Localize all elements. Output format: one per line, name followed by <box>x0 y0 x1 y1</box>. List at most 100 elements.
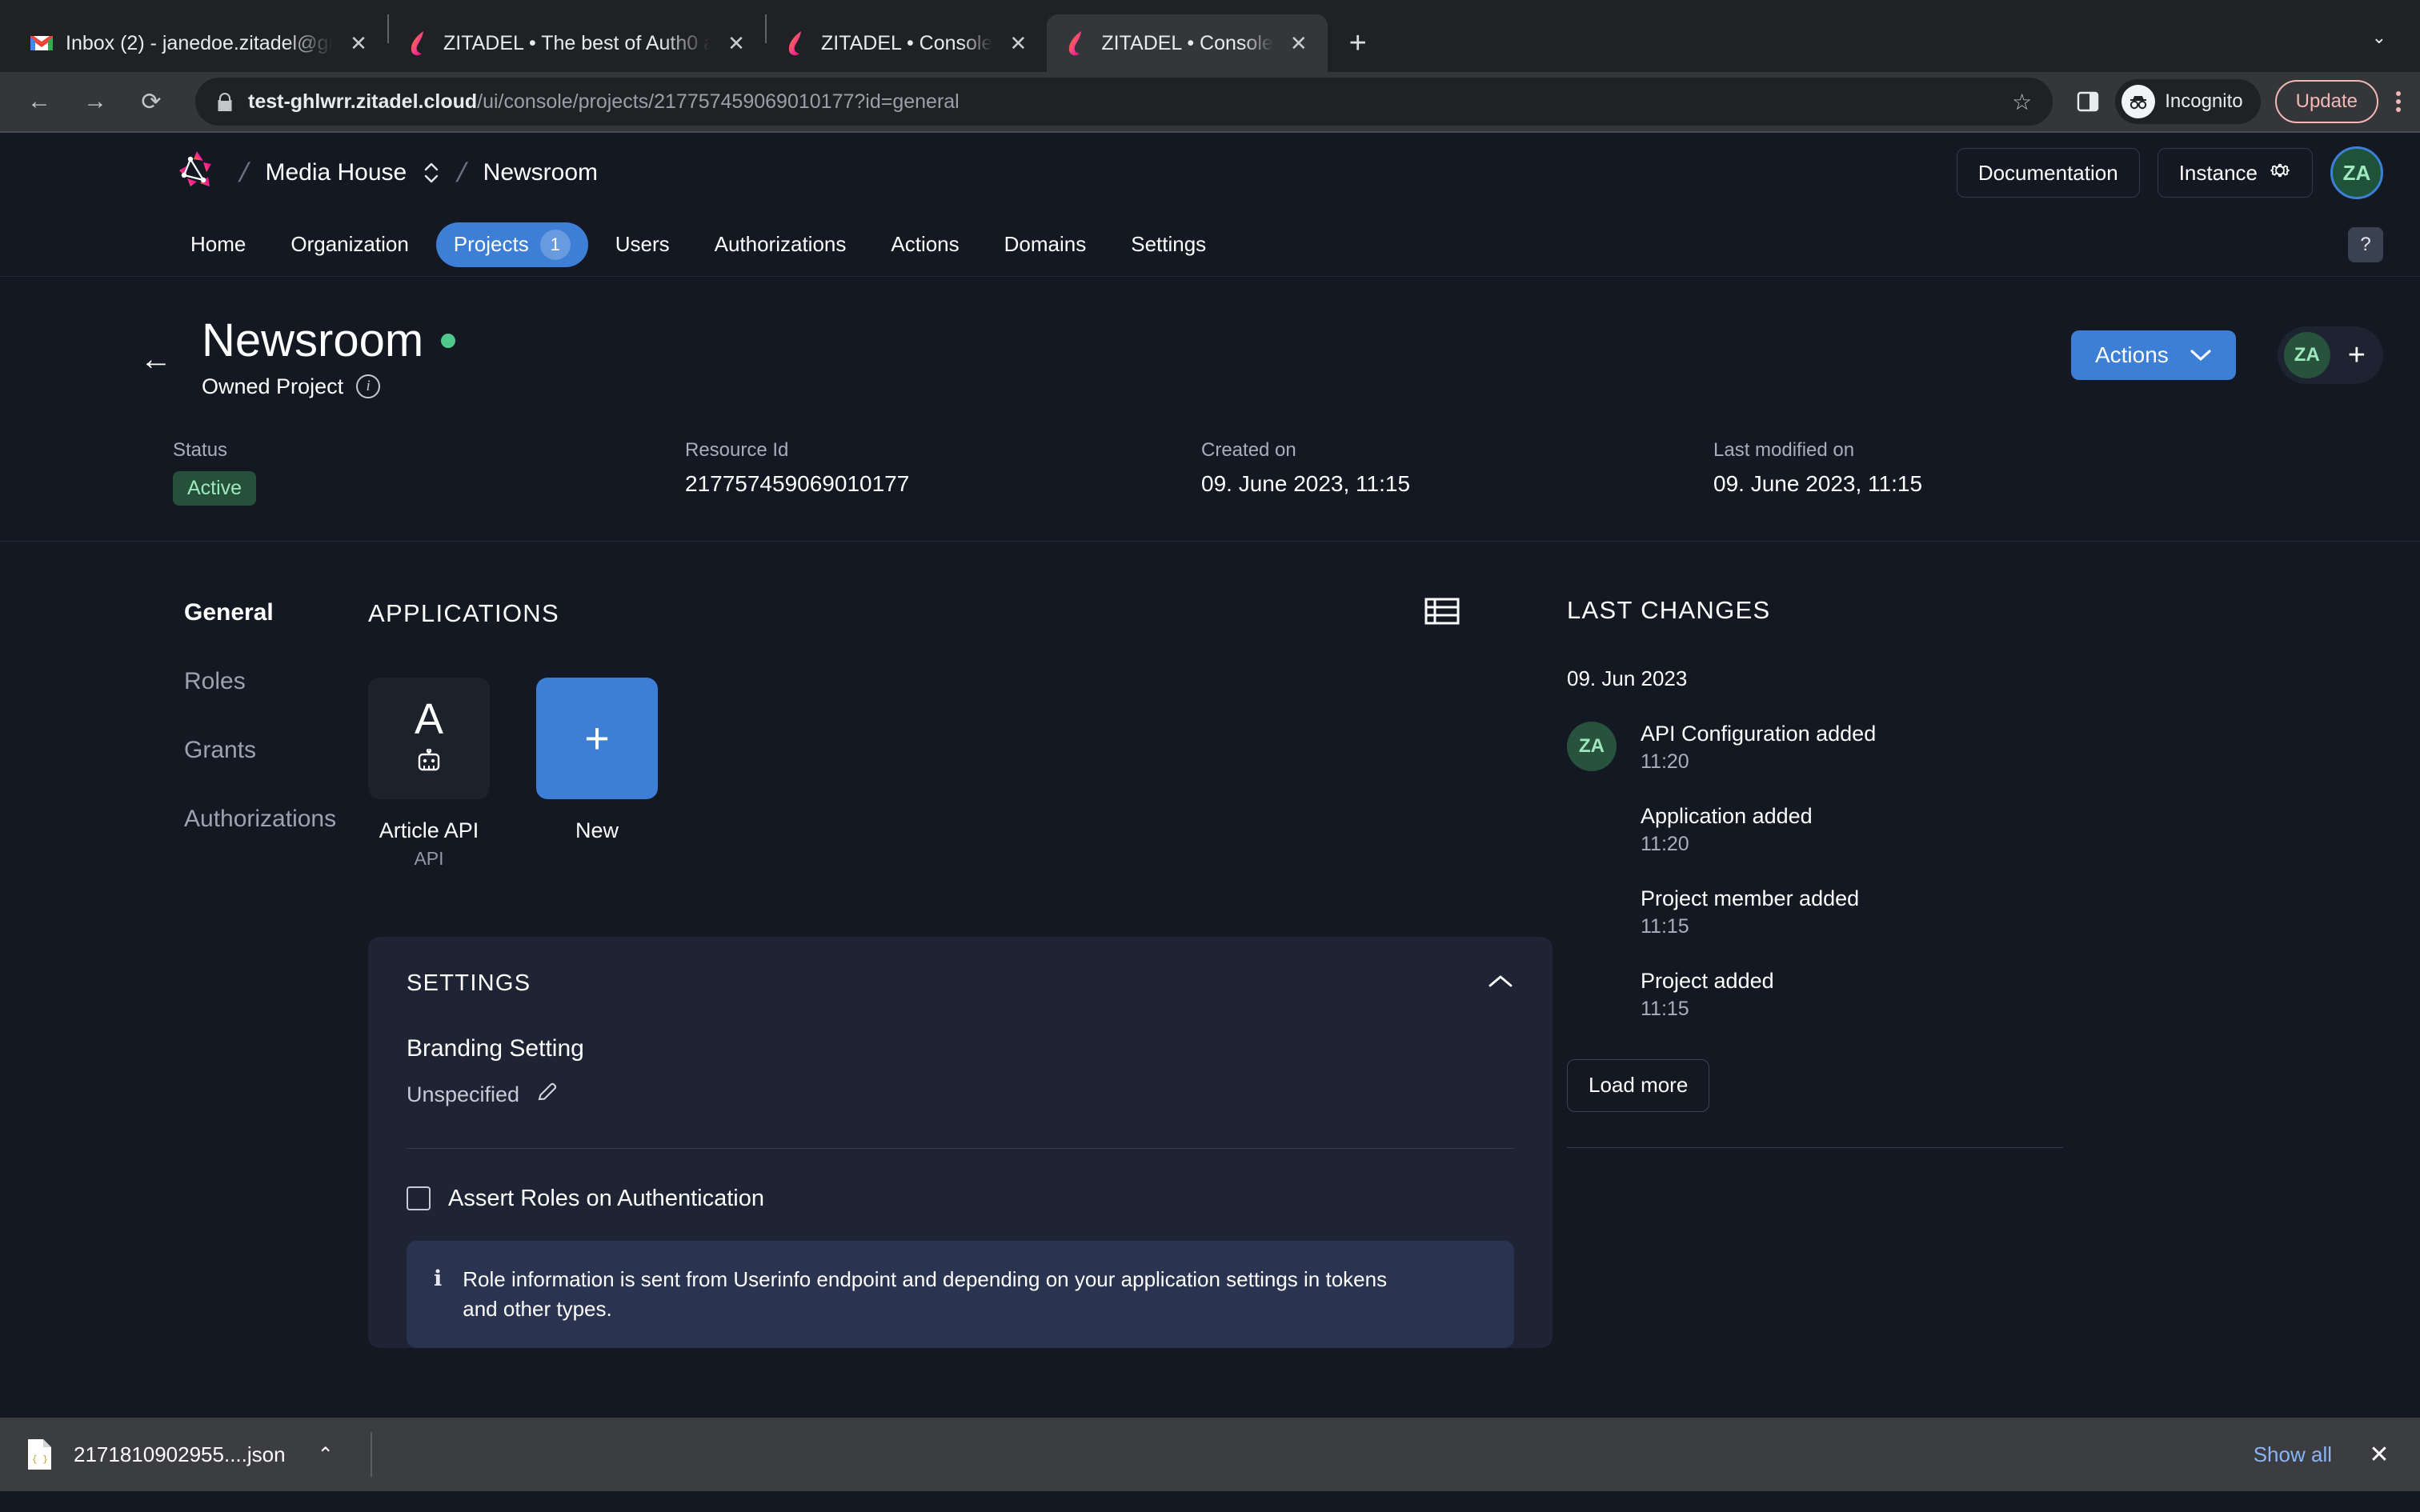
close-icon[interactable]: ✕ <box>722 29 751 58</box>
download-item[interactable]: { } 2171810902955....json ⌃ <box>26 1438 334 1471</box>
zitadel-icon <box>407 30 432 56</box>
zitadel-icon <box>784 30 810 56</box>
load-more-button[interactable]: Load more <box>1567 1058 1710 1112</box>
user-avatar[interactable]: ZA <box>2330 146 2383 199</box>
status-badge: Active <box>173 470 257 506</box>
nav-item-authorizations[interactable]: Authorizations <box>697 222 864 267</box>
instance-label: Instance <box>2178 160 2258 185</box>
help-button[interactable]: ? <box>2348 226 2383 262</box>
incognito-label: Incognito <box>2165 90 2243 112</box>
close-icon[interactable]: ✕ <box>344 29 373 58</box>
close-icon[interactable]: ✕ <box>1004 29 1032 58</box>
bookmark-star-icon[interactable]: ☆ <box>2012 89 2032 115</box>
chevron-up-icon[interactable]: ⌃ <box>318 1443 334 1466</box>
assert-roles-row[interactable]: Assert Roles on Authentication <box>407 1186 1514 1212</box>
assert-roles-checkbox[interactable] <box>407 1186 431 1211</box>
meta-label: Last modified on <box>1713 438 1855 461</box>
sidebar-item-roles[interactable]: Roles <box>184 668 368 695</box>
org-switcher-icon[interactable] <box>423 159 440 186</box>
nav-item-organization[interactable]: Organization <box>273 222 426 267</box>
instance-button[interactable]: Instance <box>2157 148 2313 198</box>
info-icon[interactable]: i <box>356 374 381 399</box>
change-time: 11:15 <box>1641 914 1689 938</box>
side-panel-icon[interactable] <box>2067 81 2109 122</box>
change-entry: ZA API Configuration added 11:20 <box>1567 721 2065 774</box>
hero-titles: Newsroom Owned Project i <box>202 314 456 399</box>
panel-divider <box>1567 1146 2063 1148</box>
settings-card-header[interactable]: SETTINGS <box>407 970 1514 997</box>
info-icon: ℹ <box>434 1266 443 1290</box>
browser-tab-title: ZITADEL • Console <box>1101 31 1273 54</box>
browser-tab-0[interactable]: Inbox (2) - janedoe.zitadel@gm ✕ <box>11 14 387 72</box>
project-subtitle: Owned Project i <box>202 374 455 399</box>
change-title: Project added <box>1641 968 1774 993</box>
tab-strip: Inbox (2) - janedoe.zitadel@gm ✕ ZITADEL… <box>11 0 1380 72</box>
nav-item-projects[interactable]: Projects 1 <box>435 222 588 267</box>
show-all-button[interactable]: Show all <box>2236 1433 2350 1476</box>
applications-section: APPLICATIONS A Article API API + New SET… <box>368 542 1553 1348</box>
nav-item-domains[interactable]: Domains <box>987 222 1104 267</box>
project-sidebar: General Roles Grants Authorizations <box>0 542 368 1348</box>
sidebar-item-grants[interactable]: Grants <box>184 737 368 764</box>
project-meta: Status Active Resource Id 21775745906901… <box>173 439 2383 506</box>
chrome-menu-icon[interactable] <box>2396 91 2401 112</box>
address-bar[interactable]: test-ghlwrr.zitadel.cloud/ui/console/pro… <box>195 78 2053 126</box>
project-hero: ← Newsroom Owned Project i Actions ZA + … <box>0 277 2420 541</box>
incognito-indicator[interactable]: Incognito <box>2115 79 2261 124</box>
browser-tab-bar: Inbox (2) - janedoe.zitadel@gm ✕ ZITADEL… <box>0 0 2420 72</box>
sidebar-item-general[interactable]: General <box>184 599 368 626</box>
download-filename: 2171810902955....json <box>74 1442 286 1466</box>
app-tile-box[interactable]: A <box>368 677 490 799</box>
update-button[interactable]: Update <box>2274 80 2378 123</box>
nav-item-settings[interactable]: Settings <box>1113 222 1224 267</box>
breadcrumb-project[interactable]: Newsroom <box>483 159 598 186</box>
meta-last-modified: Last modified on 09. June 2023, 11:15 <box>1713 439 1922 506</box>
forward-button-icon[interactable]: → <box>70 77 120 126</box>
sidebar-item-authorizations[interactable]: Authorizations <box>184 806 368 833</box>
nav-label: Authorizations <box>714 232 847 256</box>
change-title: Project member added <box>1641 886 1860 910</box>
nav-item-home[interactable]: Home <box>173 222 263 267</box>
add-member-icon[interactable]: + <box>2348 338 2366 373</box>
new-app-box[interactable]: + <box>536 677 658 799</box>
download-bar: { } 2171810902955....json ⌃ Show all ✕ <box>0 1418 2420 1491</box>
nav-item-actions[interactable]: Actions <box>873 222 976 267</box>
back-arrow-icon[interactable]: ← <box>133 336 179 382</box>
project-members[interactable]: ZA + <box>2277 326 2383 384</box>
documentation-button[interactable]: Documentation <box>1956 148 2140 198</box>
branding-setting-label: Branding Setting <box>407 1034 584 1062</box>
app-header: / Media House / Newsroom Documentation I… <box>0 133 2420 213</box>
browser-tab-title: ZITADEL • Console <box>821 31 993 54</box>
chevron-down-icon[interactable]: ⌄ <box>2372 27 2386 48</box>
app-tile-article-api[interactable]: A Article API API <box>368 677 490 870</box>
browser-tab-3-active[interactable]: ZITADEL • Console ✕ <box>1047 14 1328 72</box>
actions-button[interactable]: Actions <box>2070 330 2236 380</box>
owned-project-label: Owned Project <box>202 374 344 398</box>
browser-tab-2[interactable]: ZITADEL • Console ✕ <box>767 14 1047 72</box>
list-view-toggle-icon[interactable] <box>1424 596 1460 631</box>
last-changes-panel: LAST CHANGES 09. Jun 2023 ZA API Configu… <box>1537 542 2065 1348</box>
member-avatar: ZA <box>2283 332 2330 378</box>
edit-pencil-icon[interactable] <box>535 1080 559 1110</box>
browser-tab-1[interactable]: ZITADEL • The best of Auth0 a ✕ <box>389 14 765 72</box>
change-entry: Application added 11:20 <box>1567 804 2065 856</box>
zitadel-console: / Media House / Newsroom Documentation I… <box>0 133 2420 1491</box>
project-name: Newsroom <box>202 314 424 366</box>
chevron-up-icon[interactable] <box>1487 973 1514 994</box>
application-tiles: A Article API API + New <box>368 677 1537 870</box>
breadcrumb-org[interactable]: Media House <box>265 159 407 186</box>
close-icon[interactable]: ✕ <box>1284 29 1313 58</box>
meta-value: 09. June 2023, 11:15 <box>1201 470 1411 496</box>
breadcrumb-separator-2: / <box>454 157 470 188</box>
hero-actions: Actions ZA + <box>2070 326 2383 384</box>
new-tab-button[interactable]: + <box>1336 21 1380 66</box>
nav-item-users[interactable]: Users <box>598 222 687 267</box>
nav-label: Actions <box>891 232 960 256</box>
back-button-icon[interactable]: ← <box>14 77 64 126</box>
meta-label: Resource Id <box>685 438 789 461</box>
close-icon[interactable]: ✕ <box>2358 1433 2401 1476</box>
reload-button-icon[interactable]: ⟳ <box>126 77 176 126</box>
zitadel-logo-icon[interactable] <box>173 148 222 198</box>
app-tile-new[interactable]: + New <box>536 677 658 870</box>
settings-card: SETTINGS Branding Setting Unspecified As… <box>368 936 1553 1348</box>
